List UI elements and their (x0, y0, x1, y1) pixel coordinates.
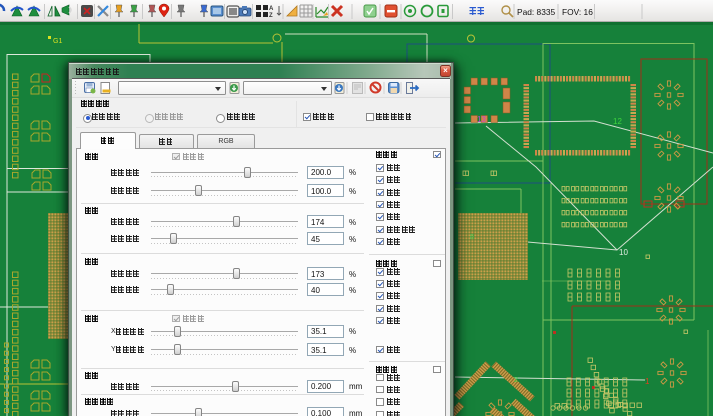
svg-text:A: A (269, 6, 274, 12)
svg-text:12: 12 (613, 117, 622, 126)
svg-text:G1: G1 (53, 38, 62, 45)
svg-text:10: 10 (619, 248, 628, 257)
svg-text:Z: Z (269, 13, 273, 19)
svg-text:FOV: 16: FOV: 16 (562, 7, 593, 17)
svg-text:Pad: 8335: Pad: 8335 (517, 7, 556, 17)
svg-text:8: 8 (470, 234, 474, 241)
svg-text:1: 1 (645, 377, 650, 386)
svg-text:13: 13 (477, 115, 486, 124)
svg-text:2: 2 (514, 377, 518, 384)
